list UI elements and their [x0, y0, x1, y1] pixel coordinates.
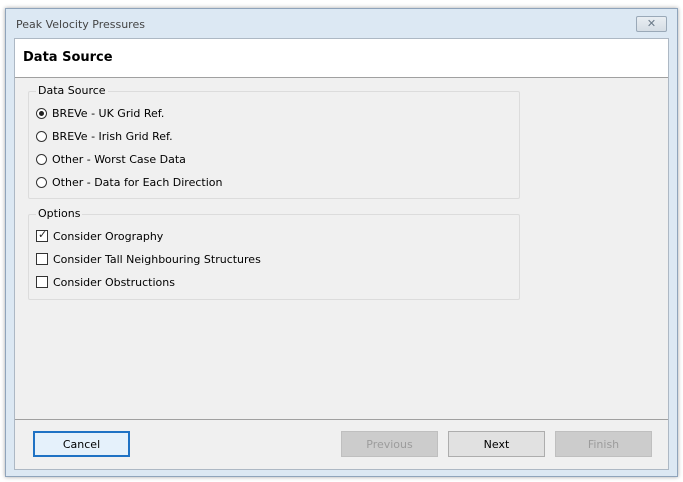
radio-other-each-direction[interactable]: Other - Data for Each Direction [36, 174, 222, 190]
previous-button[interactable]: Previous [341, 431, 438, 457]
radio-label: Other - Worst Case Data [52, 152, 186, 166]
options-group: Options ✓ Consider Orography Consider Ta… [28, 207, 520, 300]
title-bar[interactable]: Peak Velocity Pressures ✕ [6, 9, 677, 37]
options-group-label: Options [36, 207, 83, 220]
checkmark-icon: ✓ [38, 228, 48, 241]
radio-label: Other - Data for Each Direction [52, 175, 223, 189]
checkbox-consider-tall-structures[interactable]: Consider Tall Neighbouring Structures [36, 251, 261, 267]
close-button[interactable]: ✕ [636, 16, 667, 32]
checkbox-consider-orography[interactable]: ✓ Consider Orography [36, 228, 163, 244]
radio-label: BREVe - Irish Grid Ref. [52, 129, 173, 143]
wizard-header: Data Source [15, 39, 668, 78]
checkbox-consider-obstructions[interactable]: Consider Obstructions [36, 274, 175, 290]
finish-button[interactable]: Finish [555, 431, 652, 457]
checkbox[interactable] [36, 276, 48, 288]
checkbox-label: Consider Obstructions [53, 275, 175, 289]
radio-button-selected[interactable] [36, 107, 47, 119]
page-title: Data Source [23, 50, 113, 65]
window-title: Peak Velocity Pressures [16, 18, 145, 31]
radio-other-worst-case[interactable]: Other - Worst Case Data [36, 151, 186, 167]
close-icon: ✕ [646, 17, 657, 30]
footer-separator [15, 419, 668, 420]
dialog-client-area: Data Source Data Source BREVe - UK Grid … [14, 38, 669, 470]
next-button[interactable]: Next [448, 431, 545, 457]
radio-button[interactable] [36, 153, 47, 165]
checkbox-checked[interactable]: ✓ [36, 228, 48, 242]
radio-breve-uk-grid[interactable]: BREVe - UK Grid Ref. [36, 105, 164, 121]
radio-button[interactable] [36, 176, 47, 188]
data-source-group-label: Data Source [36, 84, 108, 97]
checkbox[interactable] [36, 253, 48, 265]
radio-label: BREVe - UK Grid Ref. [52, 106, 165, 120]
checkbox-label: Consider Orography [53, 229, 164, 243]
radio-button[interactable] [36, 130, 47, 142]
cancel-button[interactable]: Cancel [33, 431, 130, 457]
radio-breve-irish-grid[interactable]: BREVe - Irish Grid Ref. [36, 128, 173, 144]
checkbox-label: Consider Tall Neighbouring Structures [53, 252, 261, 266]
data-source-group: Data Source BREVe - UK Grid Ref. BREVe -… [28, 84, 520, 199]
dialog-window: Peak Velocity Pressures ✕ Data Source Da… [5, 8, 678, 477]
